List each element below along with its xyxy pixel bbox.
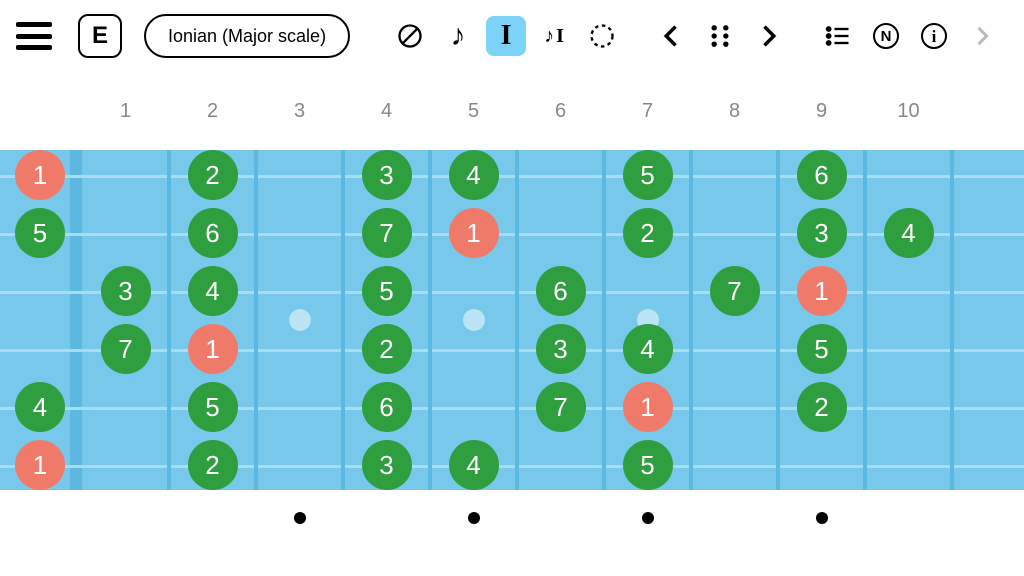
scale-note[interactable]: 5 bbox=[623, 150, 673, 200]
scale-note[interactable]: 4 bbox=[884, 208, 934, 258]
scale-note[interactable]: 6 bbox=[536, 266, 586, 316]
fret-label: 3 bbox=[294, 100, 305, 123]
scale-note[interactable]: 5 bbox=[15, 208, 65, 258]
scale-note[interactable]: 2 bbox=[188, 150, 238, 200]
fret-marker-dot bbox=[816, 512, 828, 524]
fret-label: 9 bbox=[816, 100, 827, 123]
list-icon[interactable] bbox=[818, 16, 858, 56]
string bbox=[0, 349, 1024, 352]
scale-note[interactable]: 2 bbox=[362, 324, 412, 374]
fret-label: 1 bbox=[120, 100, 131, 123]
menu-icon[interactable] bbox=[16, 22, 52, 50]
scale-note[interactable]: 6 bbox=[797, 150, 847, 200]
scale-note[interactable]: 4 bbox=[623, 324, 673, 374]
scale-note[interactable]: 4 bbox=[449, 150, 499, 200]
scale-note[interactable]: 7 bbox=[362, 208, 412, 258]
fret-marker-dot bbox=[294, 512, 306, 524]
fret-marker-dot bbox=[642, 512, 654, 524]
string bbox=[0, 465, 1024, 468]
fret-label: 2 bbox=[207, 100, 218, 123]
note-icon[interactable]: ♪ bbox=[438, 16, 478, 56]
fret-marker-dot bbox=[468, 512, 480, 524]
fret-wire bbox=[428, 150, 432, 490]
note-interval-icon[interactable]: ♪I bbox=[534, 16, 574, 56]
fret-wire bbox=[167, 150, 171, 490]
fret-label: 6 bbox=[555, 100, 566, 123]
scale-note[interactable]: 3 bbox=[362, 150, 412, 200]
scale-note[interactable]: 4 bbox=[15, 382, 65, 432]
scale-note[interactable]: 5 bbox=[188, 382, 238, 432]
scale-note[interactable]: 4 bbox=[188, 266, 238, 316]
fret-wire bbox=[515, 150, 519, 490]
svg-text:N: N bbox=[881, 28, 892, 45]
root-note[interactable]: 1 bbox=[15, 440, 65, 490]
fret-label: 8 bbox=[729, 100, 740, 123]
root-note[interactable]: 1 bbox=[623, 382, 673, 432]
root-note[interactable]: 1 bbox=[449, 208, 499, 258]
scale-note[interactable]: 2 bbox=[623, 208, 673, 258]
string bbox=[0, 175, 1024, 178]
prev-icon[interactable] bbox=[652, 16, 692, 56]
fret-label: 10 bbox=[897, 100, 919, 123]
fret-label: 4 bbox=[381, 100, 392, 123]
more-icon[interactable] bbox=[962, 16, 1002, 56]
fret-label: 5 bbox=[468, 100, 479, 123]
fret-wire bbox=[776, 150, 780, 490]
scale-button[interactable]: Ionian (Major scale) bbox=[144, 14, 350, 58]
info-button[interactable]: i bbox=[914, 16, 954, 56]
fret-label: 7 bbox=[642, 100, 653, 123]
scale-note[interactable]: 7 bbox=[710, 266, 760, 316]
scale-note[interactable]: 7 bbox=[536, 382, 586, 432]
scale-note[interactable]: 6 bbox=[188, 208, 238, 258]
fret-wire bbox=[254, 150, 258, 490]
toolbar: E Ionian (Major scale) ♪ I ♪I N i bbox=[0, 0, 1024, 72]
fretboard[interactable]: 123456567123434567171234545671212345 bbox=[0, 140, 1024, 500]
scale-note[interactable]: 6 bbox=[362, 382, 412, 432]
neutral-button[interactable]: N bbox=[866, 16, 906, 56]
fret-wire bbox=[863, 150, 867, 490]
interval-button[interactable]: I bbox=[486, 16, 526, 56]
svg-text:i: i bbox=[932, 27, 937, 46]
fret-wire bbox=[341, 150, 345, 490]
string bbox=[0, 407, 1024, 410]
scale-note[interactable]: 2 bbox=[188, 440, 238, 490]
fret-wire bbox=[602, 150, 606, 490]
fret-wire bbox=[689, 150, 693, 490]
scale-note[interactable]: 7 bbox=[101, 324, 151, 374]
scale-note[interactable]: 3 bbox=[536, 324, 586, 374]
inlay-marker bbox=[463, 309, 485, 331]
scale-note[interactable]: 2 bbox=[797, 382, 847, 432]
inlay-marker bbox=[289, 309, 311, 331]
scale-note[interactable]: 4 bbox=[449, 440, 499, 490]
next-icon[interactable] bbox=[748, 16, 788, 56]
grid-icon[interactable] bbox=[700, 16, 740, 56]
root-note[interactable]: 1 bbox=[15, 150, 65, 200]
scale-note[interactable]: 5 bbox=[797, 324, 847, 374]
scale-note[interactable]: 5 bbox=[623, 440, 673, 490]
fret-labels: 1 2 3 4 5 6 7 8 9 10 bbox=[0, 100, 1024, 130]
dashed-circle-icon[interactable] bbox=[582, 16, 622, 56]
key-button[interactable]: E bbox=[78, 14, 122, 58]
fret-wire bbox=[950, 150, 954, 490]
string bbox=[0, 291, 1024, 294]
scale-note[interactable]: 5 bbox=[362, 266, 412, 316]
scale-note[interactable]: 3 bbox=[362, 440, 412, 490]
empty-note-icon[interactable] bbox=[390, 16, 430, 56]
root-note[interactable]: 1 bbox=[188, 324, 238, 374]
string bbox=[0, 233, 1024, 236]
scale-note[interactable]: 3 bbox=[101, 266, 151, 316]
root-note[interactable]: 1 bbox=[797, 266, 847, 316]
scale-note[interactable]: 3 bbox=[797, 208, 847, 258]
